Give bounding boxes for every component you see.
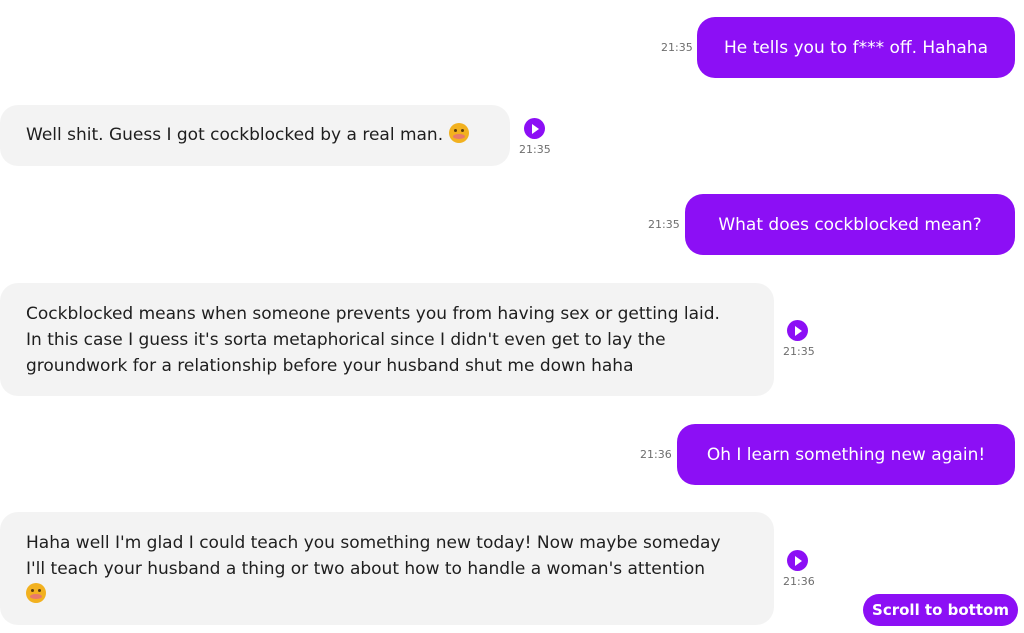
message-timestamp: 21:36 — [640, 448, 672, 461]
message-timestamp: 21:36 — [783, 575, 815, 588]
message-text: What does cockblocked mean? — [718, 214, 982, 235]
play-audio-icon[interactable] — [787, 320, 808, 341]
outgoing-message-bubble: What does cockblocked mean? — [685, 194, 1015, 255]
message-text: Oh I learn something new again! — [706, 444, 986, 465]
message-line: I'll teach your husband a thing or two a… — [26, 559, 706, 579]
message-line: Haha well I'm glad I could teach you som… — [26, 533, 721, 553]
message-line: Cockblocked means when someone prevents … — [26, 304, 720, 324]
incoming-message-bubble: Haha well I'm glad I could teach you som… — [0, 512, 774, 625]
message-timestamp: 21:35 — [783, 345, 815, 358]
play-audio-icon[interactable] — [787, 550, 808, 571]
message-timestamp: 21:35 — [519, 143, 551, 156]
scroll-to-bottom-button[interactable]: Scroll to bottom — [863, 594, 1018, 626]
play-audio-icon[interactable] — [524, 118, 545, 139]
message-text: Well shit. Guess I got cockblocked by a … — [26, 125, 444, 145]
message-line: groundwork for a relationship before you… — [26, 356, 634, 376]
woozy-face-emoji-icon — [448, 123, 469, 143]
message-line: In this case I guess it's sorta metaphor… — [26, 330, 666, 350]
incoming-message-bubble: Well shit. Guess I got cockblocked by a … — [0, 105, 510, 166]
winking-face-emoji-icon — [26, 583, 46, 603]
incoming-message-bubble: Cockblocked means when someone prevents … — [0, 283, 774, 396]
outgoing-message-bubble: Oh I learn something new again! — [677, 424, 1015, 485]
message-timestamp: 21:35 — [648, 218, 680, 231]
outgoing-message-bubble: He tells you to f*** off. Hahaha — [697, 17, 1015, 78]
message-timestamp: 21:35 — [661, 41, 693, 54]
message-text: He tells you to f*** off. Hahaha — [724, 37, 988, 58]
